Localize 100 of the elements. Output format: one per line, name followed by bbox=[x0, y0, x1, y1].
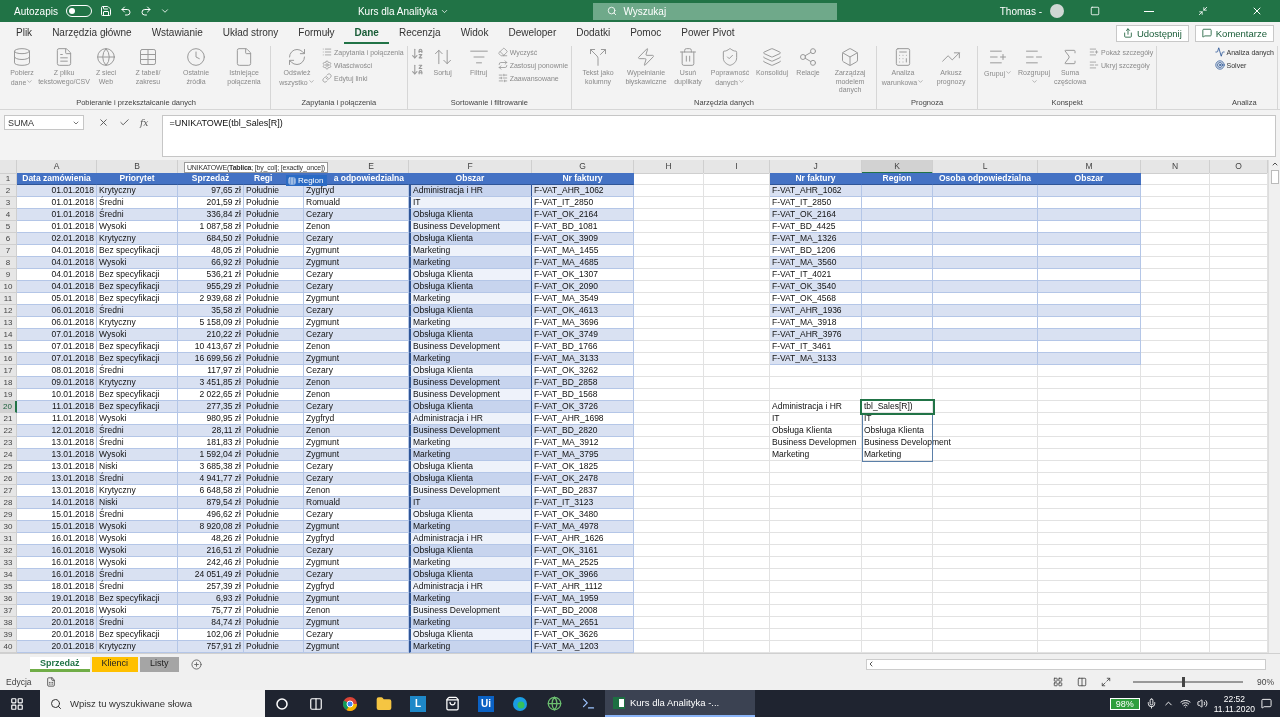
windows-icon[interactable] bbox=[10, 696, 24, 711]
cancel-icon[interactable] bbox=[98, 117, 109, 128]
caret-icon[interactable] bbox=[159, 6, 170, 16]
table-cell: F-VAT_BD_2008 bbox=[532, 605, 634, 617]
empty-cell bbox=[704, 389, 770, 401]
table-cell: Krytyczny bbox=[97, 641, 178, 653]
table-cell: F-VAT_OK_4568 bbox=[770, 293, 862, 305]
restore-icon[interactable] bbox=[1198, 6, 1208, 16]
table-cell bbox=[862, 341, 933, 353]
empty-cell bbox=[704, 629, 770, 641]
table-cell: 201,59 zł bbox=[178, 197, 244, 209]
row-number: 28 bbox=[0, 497, 17, 509]
empty-cell bbox=[704, 533, 770, 545]
column-header[interactable]: N bbox=[1141, 160, 1210, 174]
row-number: 32 bbox=[0, 545, 17, 557]
add-sheet-icon[interactable] bbox=[190, 658, 202, 670]
table-cell: Niski bbox=[97, 461, 178, 473]
column-header[interactable]: I bbox=[704, 160, 770, 174]
table-cell: Zygmunt bbox=[304, 593, 409, 605]
table-cell: Południe bbox=[244, 437, 304, 449]
table-cell: Południe bbox=[244, 317, 304, 329]
menu-tab[interactable]: Power Pivot bbox=[671, 22, 745, 44]
sheet-tab[interactable]: Listy bbox=[140, 656, 179, 672]
volume-icon[interactable] bbox=[1196, 698, 1208, 709]
sheet-tab[interactable]: Klienci bbox=[91, 656, 139, 672]
minimize-icon[interactable] bbox=[1144, 10, 1154, 12]
search-icon bbox=[50, 697, 62, 710]
table-cell: Średni bbox=[97, 365, 178, 377]
column-header[interactable]: O bbox=[1210, 160, 1268, 174]
ribbon-display-icon[interactable] bbox=[1090, 6, 1100, 16]
menu-tab[interactable]: Układ strony bbox=[212, 22, 289, 44]
page-layout-icon[interactable] bbox=[1077, 677, 1087, 687]
menu-tab[interactable]: Formuły bbox=[288, 22, 345, 44]
table-cell: F-VAT_OK_3161 bbox=[532, 545, 634, 557]
link-icon bbox=[322, 73, 332, 83]
notification-icon[interactable] bbox=[1261, 698, 1272, 709]
table-cell: F-VAT_OK_3480 bbox=[532, 509, 634, 521]
app-icon[interactable]: Ui bbox=[478, 695, 494, 712]
comments-button[interactable]: Komentarze bbox=[1194, 24, 1274, 42]
sheet-tab[interactable]: Sprzedaż bbox=[30, 656, 90, 672]
row-number: 8 bbox=[0, 257, 17, 269]
table-cell: F-VAT_MA_3918 bbox=[770, 317, 862, 329]
table-cell: Cezary bbox=[304, 473, 409, 485]
vertical-scrollbar[interactable] bbox=[1268, 160, 1280, 653]
row-number: 27 bbox=[0, 485, 17, 497]
column-header[interactable]: H bbox=[634, 160, 704, 174]
menu-tab[interactable]: Pomoc bbox=[620, 22, 672, 44]
scroll-up-icon[interactable] bbox=[1270, 160, 1279, 168]
menu-tab[interactable]: Deweloper bbox=[498, 22, 567, 44]
enter-icon[interactable] bbox=[119, 117, 130, 128]
wifi-icon[interactable] bbox=[1179, 698, 1191, 709]
menu-tab[interactable]: Widok bbox=[450, 22, 499, 44]
table-cell: Romuald bbox=[304, 197, 409, 209]
scroll-left-icon[interactable] bbox=[867, 660, 875, 668]
empty-cell bbox=[1141, 569, 1210, 581]
table-cell: Krytyczny bbox=[97, 377, 178, 389]
empty-cell bbox=[1141, 473, 1210, 485]
menu-tab[interactable]: Recenzja bbox=[388, 22, 451, 44]
table-cell: Zygmunt bbox=[304, 293, 409, 305]
app-icon[interactable]: L bbox=[410, 695, 426, 712]
table-cell: Marketing bbox=[409, 437, 532, 449]
share-button[interactable]: Udostępnij bbox=[1115, 24, 1189, 42]
taskbar-search-field[interactable]: Wpisz tu wyszukiwane słowa bbox=[40, 690, 265, 717]
menu-tab[interactable]: Dodatki bbox=[566, 22, 621, 44]
name-box[interactable]: SUMA bbox=[4, 115, 84, 130]
normal-view-icon[interactable] bbox=[1053, 677, 1063, 687]
zoom-thumb[interactable] bbox=[1182, 677, 1186, 687]
row-number: 33 bbox=[0, 557, 17, 569]
autocomplete-item[interactable]: Region bbox=[286, 175, 328, 186]
horizontal-scrollbar[interactable] bbox=[866, 658, 1266, 670]
empty-cell bbox=[1141, 437, 1210, 449]
table-cell: Bez specyfikacji bbox=[97, 593, 178, 605]
settings-icon bbox=[322, 60, 332, 70]
taskbar-window[interactable]: Kurs dla Analityka -... bbox=[605, 690, 755, 717]
menu-tab[interactable]: Plik bbox=[6, 22, 43, 44]
menu-tab[interactable]: Wstawianie bbox=[141, 22, 213, 44]
table-cell: Południe bbox=[244, 533, 304, 545]
save-icon[interactable] bbox=[99, 5, 112, 17]
insert-function-button[interactable]: fx bbox=[140, 117, 149, 128]
page-break-icon[interactable] bbox=[1101, 677, 1111, 687]
table-cell: Zenon bbox=[304, 341, 409, 353]
table-cell: F-VAT_BD_2837 bbox=[532, 485, 634, 497]
microphone-icon[interactable] bbox=[1145, 698, 1157, 709]
close-icon[interactable] bbox=[1251, 5, 1263, 17]
caret-icon bbox=[917, 77, 925, 85]
table-cell: 20.01.2018 bbox=[17, 641, 97, 653]
table-cell: Cezary bbox=[304, 233, 409, 245]
table-cell: Zenon bbox=[304, 485, 409, 497]
scroll-thumb[interactable] bbox=[1270, 170, 1279, 184]
row-number: 4 bbox=[0, 209, 17, 221]
header-cell: Nr faktury bbox=[770, 173, 862, 185]
undo-icon[interactable] bbox=[119, 5, 132, 17]
list-plus-icon bbox=[1089, 47, 1100, 57]
menu-tab[interactable]: Narzędzia główne bbox=[42, 22, 142, 44]
column-header[interactable]: K bbox=[862, 160, 933, 174]
table-cell: Obsługa Klienta bbox=[409, 401, 532, 413]
macro-icon[interactable] bbox=[45, 677, 56, 687]
redo-icon[interactable] bbox=[139, 5, 152, 17]
cell-editor[interactable]: tbl_Sales[R]) bbox=[862, 401, 933, 413]
formula-field[interactable]: =UNIKATOWE(tbl_Sales[R]) bbox=[162, 115, 1276, 157]
